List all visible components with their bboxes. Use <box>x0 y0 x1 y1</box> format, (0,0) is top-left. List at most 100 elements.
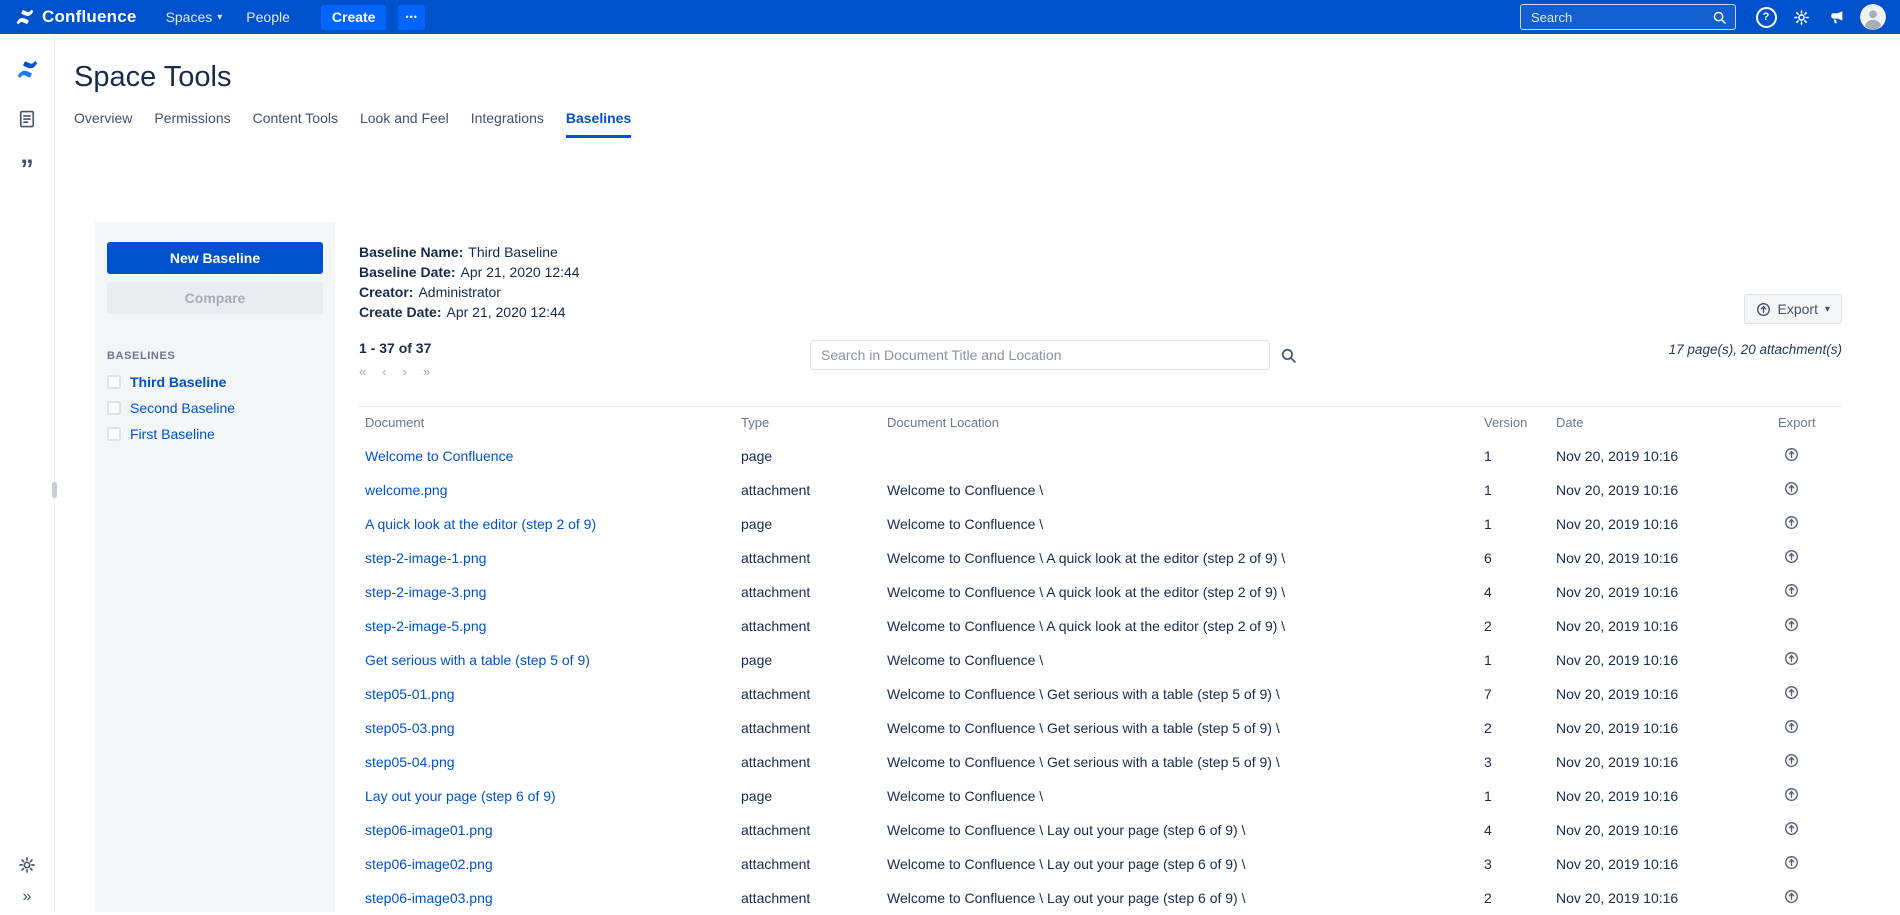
document-link[interactable]: step05-04.png <box>359 754 735 770</box>
nav-people[interactable]: People <box>237 5 299 29</box>
export-cell <box>1772 821 1842 839</box>
table-row: step-2-image-5.png attachment Welcome to… <box>359 609 1842 643</box>
export-cell <box>1772 515 1842 533</box>
search-icon[interactable] <box>1280 347 1297 364</box>
pagination-arrow[interactable]: › <box>403 365 407 378</box>
page-attachment-summary: 17 page(s), 20 attachment(s) <box>1669 342 1842 357</box>
pages-icon[interactable] <box>14 106 40 132</box>
document-link[interactable]: step06-image02.png <box>359 856 735 872</box>
pagination-arrow[interactable]: ‹ <box>382 365 386 378</box>
tab[interactable]: Integrations <box>471 110 544 138</box>
tab[interactable]: Permissions <box>154 110 230 138</box>
export-cell <box>1772 447 1842 465</box>
location-cell: Welcome to Confluence \ Get serious with… <box>881 754 1478 770</box>
baseline-checkbox[interactable] <box>107 375 121 389</box>
table-row: step-2-image-1.png attachment Welcome to… <box>359 541 1842 575</box>
meta-value: Apr 21, 2020 12:44 <box>446 304 565 320</box>
meta-label: Baseline Name: <box>359 244 463 260</box>
baseline-meta: Export ▾ Baseline Name:Third Baseline Ba… <box>359 222 1842 322</box>
document-link[interactable]: A quick look at the editor (step 2 of 9) <box>359 516 735 532</box>
baseline-checkbox[interactable] <box>107 401 121 415</box>
create-button[interactable]: Create <box>321 5 387 30</box>
sidebar-expand-icon[interactable]: » <box>23 890 32 904</box>
baseline-link[interactable]: First Baseline <box>130 426 215 442</box>
megaphone-icon[interactable] <box>1825 6 1847 28</box>
location-cell: Welcome to Confluence \ Get serious with… <box>881 720 1478 736</box>
row-export-button[interactable] <box>1784 821 1799 836</box>
pagination-arrow[interactable]: » <box>423 365 430 378</box>
type-cell: attachment <box>735 482 881 498</box>
row-export-button[interactable] <box>1784 753 1799 768</box>
tab[interactable]: Look and Feel <box>360 110 449 138</box>
sidebar-resize-handle[interactable] <box>52 482 57 498</box>
row-export-button[interactable] <box>1784 719 1799 734</box>
document-link[interactable]: step-2-image-3.png <box>359 584 735 600</box>
row-export-button[interactable] <box>1784 447 1799 462</box>
tab[interactable]: Baselines <box>566 110 631 138</box>
row-export-button[interactable] <box>1784 515 1799 530</box>
export-cell <box>1772 719 1842 737</box>
row-export-button[interactable] <box>1784 481 1799 496</box>
compare-button[interactable]: Compare <box>107 282 323 314</box>
row-export-button[interactable] <box>1784 583 1799 598</box>
type-cell: attachment <box>735 550 881 566</box>
row-export-button[interactable] <box>1784 617 1799 632</box>
baseline-list: Third Baseline Second Baseline First Bas… <box>107 374 323 442</box>
location-cell: Welcome to Confluence \ <box>881 482 1478 498</box>
confluence-home-link[interactable]: Confluence <box>14 6 137 28</box>
row-export-button[interactable] <box>1784 651 1799 666</box>
document-link[interactable]: step-2-image-5.png <box>359 618 735 634</box>
quote-icon[interactable]: ” <box>14 156 40 182</box>
main-content: Space Tools Overview Permissions Content… <box>54 34 1900 912</box>
document-search-input[interactable] <box>810 340 1270 370</box>
document-link[interactable]: Get serious with a table (step 5 of 9) <box>359 652 735 668</box>
row-export-button[interactable] <box>1784 787 1799 802</box>
confluence-logo-icon <box>14 6 36 28</box>
type-cell: attachment <box>735 618 881 634</box>
version-cell: 1 <box>1478 516 1550 532</box>
document-link[interactable]: Lay out your page (step 6 of 9) <box>359 788 735 804</box>
document-link[interactable]: step06-image03.png <box>359 890 735 906</box>
baseline-link[interactable]: Second Baseline <box>130 400 235 416</box>
settings-gear-icon[interactable] <box>1790 6 1812 28</box>
document-link[interactable]: step-2-image-1.png <box>359 550 735 566</box>
tab[interactable]: Content Tools <box>253 110 338 138</box>
baseline-checkbox[interactable] <box>107 427 121 441</box>
global-search-input[interactable] <box>1529 9 1711 26</box>
table-row: A quick look at the editor (step 2 of 9)… <box>359 507 1842 541</box>
search-icon[interactable] <box>1711 9 1727 25</box>
export-cell <box>1772 753 1842 771</box>
space-logo-icon[interactable] <box>14 56 40 82</box>
column-header: Export <box>1772 415 1842 430</box>
baseline-link[interactable]: Third Baseline <box>130 374 226 390</box>
version-cell: 3 <box>1478 754 1550 770</box>
location-cell: Welcome to Confluence \ Lay out your pag… <box>881 822 1478 838</box>
document-link[interactable]: welcome.png <box>359 482 735 498</box>
help-icon[interactable]: ? <box>1755 6 1777 28</box>
row-export-button[interactable] <box>1784 889 1799 904</box>
baselines-panel: New Baseline Compare BASELINES Third Bas… <box>95 222 335 912</box>
row-export-button[interactable] <box>1784 855 1799 870</box>
location-cell: Welcome to Confluence \ Lay out your pag… <box>881 856 1478 872</box>
row-export-button[interactable] <box>1784 549 1799 564</box>
listing-toolbar: 1 - 37 of 37 « ‹ › » 17 page(s), 20 atta… <box>359 340 1842 386</box>
more-options-button[interactable]: ••• <box>398 5 424 30</box>
location-cell: Welcome to Confluence \ A quick look at … <box>881 618 1478 634</box>
space-settings-gear-icon[interactable] <box>14 852 40 878</box>
user-avatar[interactable] <box>1860 4 1886 30</box>
document-link[interactable]: step06-image01.png <box>359 822 735 838</box>
pagination-arrow[interactable]: « <box>359 365 366 378</box>
export-button[interactable]: Export ▾ <box>1744 294 1843 324</box>
export-cell <box>1772 583 1842 601</box>
document-link[interactable]: step05-03.png <box>359 720 735 736</box>
tab[interactable]: Overview <box>74 110 132 138</box>
document-search <box>810 340 1297 370</box>
document-link[interactable]: step05-01.png <box>359 686 735 702</box>
document-link[interactable]: Welcome to Confluence <box>359 448 735 464</box>
row-export-button[interactable] <box>1784 685 1799 700</box>
global-search-box[interactable] <box>1520 4 1736 30</box>
export-cell <box>1772 685 1842 703</box>
new-baseline-button[interactable]: New Baseline <box>107 242 323 274</box>
nav-spaces[interactable]: Spaces ▾ <box>157 5 232 29</box>
baseline-list-item: First Baseline <box>107 426 323 442</box>
